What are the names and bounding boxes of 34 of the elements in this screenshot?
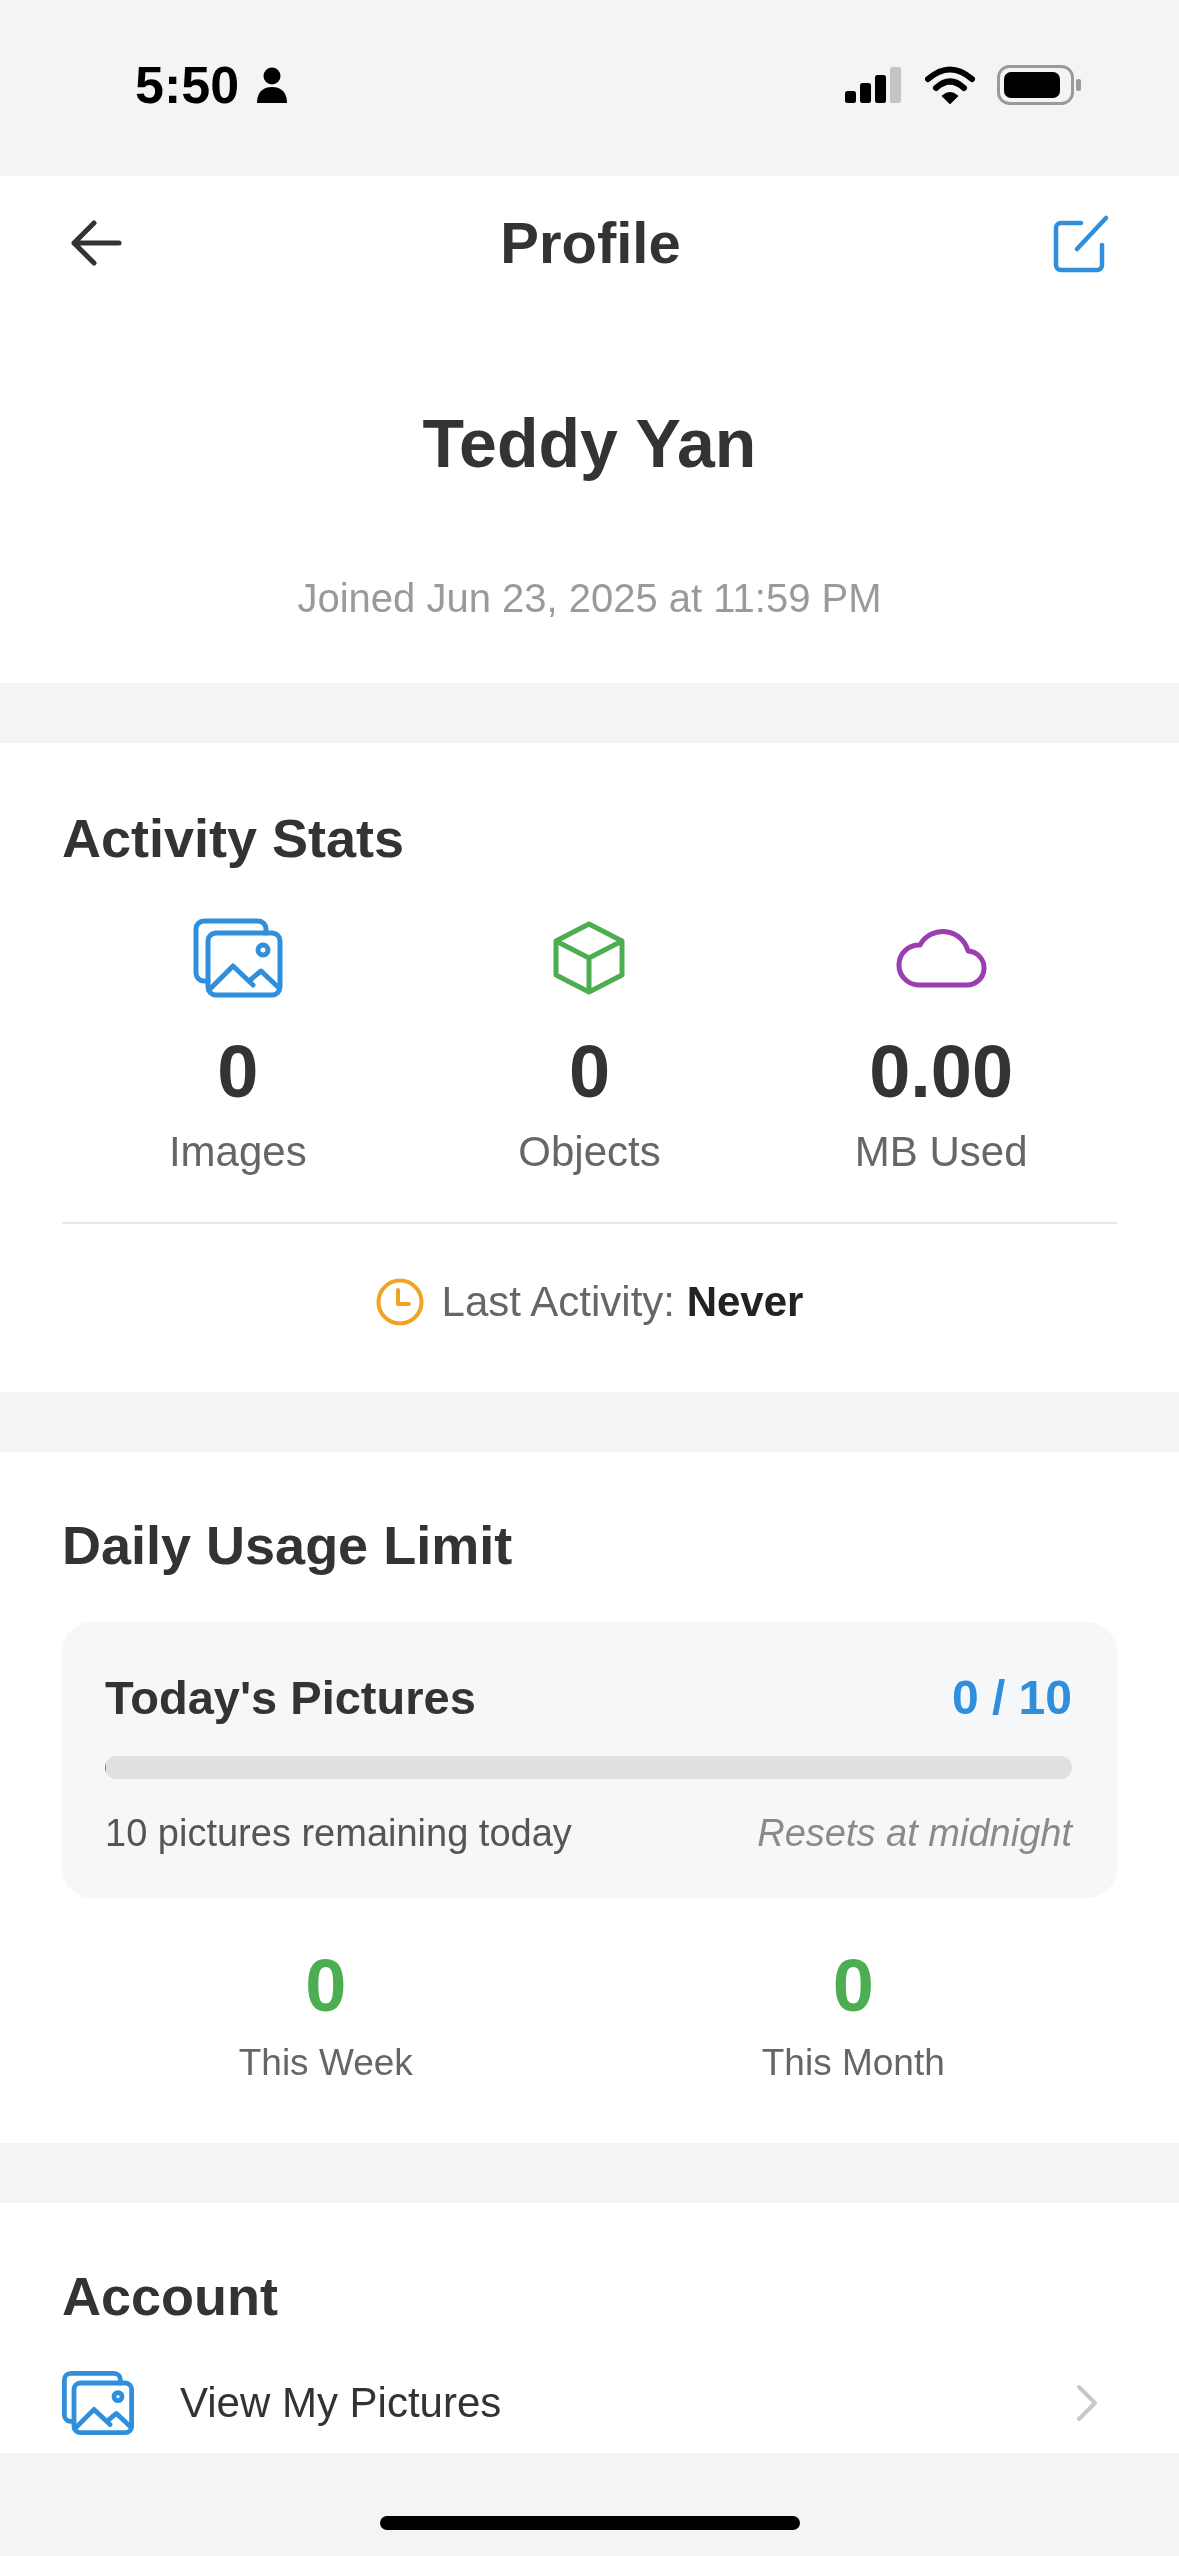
- edit-icon: [1051, 213, 1111, 273]
- user-name: Teddy Yan: [422, 404, 757, 483]
- total-value: 0: [305, 1944, 347, 2028]
- stat-label: Objects: [518, 1127, 661, 1177]
- usage-label: Today's Pictures: [105, 1669, 476, 1725]
- images-icon: [62, 2371, 134, 2435]
- edit-button[interactable]: [1051, 213, 1111, 273]
- section-title: Activity Stats: [62, 808, 406, 868]
- last-activity-text: Last Activity: Never: [441, 1277, 804, 1327]
- joined-date: Joined Jun 23, 2025 at 11:59 PM: [297, 575, 882, 622]
- stat-value: 0: [217, 1030, 259, 1114]
- section-title: Daily Usage Limit: [62, 1515, 514, 1575]
- stat-value: 0.00: [869, 1030, 1014, 1114]
- signal-icon: [845, 67, 903, 103]
- clock-icon: [375, 1278, 424, 1326]
- status-time: 5:50: [135, 55, 240, 115]
- reset-note: Resets at midnight: [757, 1811, 1072, 1855]
- stat-label: Images: [168, 1127, 307, 1177]
- total-label: This Week: [238, 2041, 413, 2085]
- stat-value: 0: [568, 1030, 611, 1114]
- person-icon: [255, 67, 290, 103]
- stat-label: MB Used: [854, 1127, 1028, 1177]
- total-label: This Month: [761, 2041, 945, 2085]
- back-button[interactable]: [70, 219, 122, 267]
- page-title: Profile: [500, 209, 681, 277]
- battery-icon: [997, 65, 1081, 105]
- total-value: 0: [832, 1944, 874, 2028]
- remaining-text: 10 pictures remaining today: [105, 1811, 572, 1855]
- section-title: Account: [62, 2266, 279, 2326]
- chevron-right-icon: [1075, 2383, 1099, 2423]
- wifi-icon: [924, 66, 976, 104]
- usage-count: 0 / 10: [951, 1669, 1072, 1725]
- account-menu-item[interactable]: View My Pictures: [62, 2363, 1117, 2443]
- back-arrow-icon: [70, 219, 122, 267]
